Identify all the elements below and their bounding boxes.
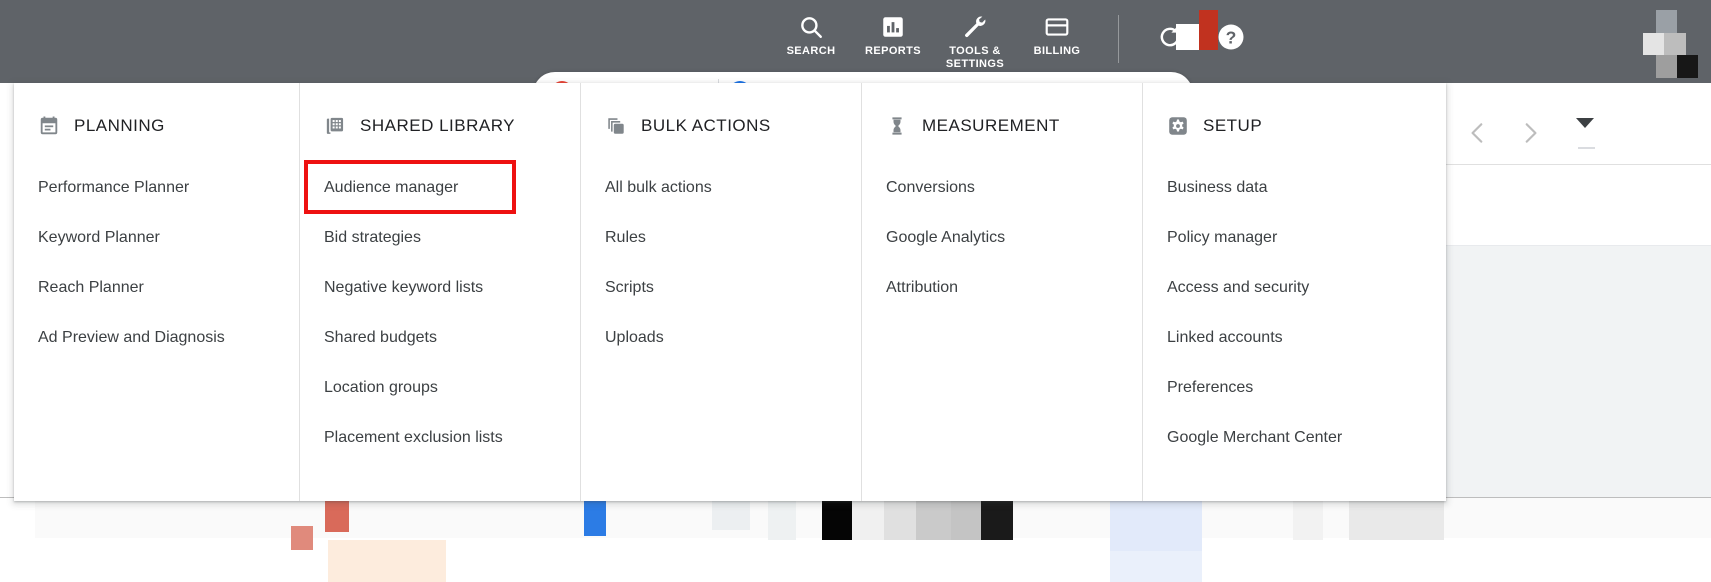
menu-column-planning: PLANNING Performance Planner Keyword Pla… <box>14 83 299 501</box>
chart-bar <box>712 498 750 530</box>
toolbar-divider <box>1118 15 1119 63</box>
topnav-search-label: SEARCH <box>786 45 836 57</box>
grid-library-icon <box>324 115 346 137</box>
gear-setup-icon <box>1167 115 1189 137</box>
menu-column-shared-library: SHARED LIBRARY Audience manager Bid stra… <box>299 83 580 501</box>
menu-item-location-groups[interactable]: Location groups <box>300 363 580 413</box>
chart-bar <box>1110 498 1202 551</box>
menu-item-conversions[interactable]: Conversions <box>862 163 1142 213</box>
column-header-shared-library: SHARED LIBRARY <box>300 113 580 139</box>
chart-bar <box>291 526 313 550</box>
hourglass-measurement-icon <box>886 115 908 137</box>
chart-bar <box>1110 551 1202 582</box>
column-title-bulk-actions: BULK ACTIONS <box>641 116 771 135</box>
tools-and-settings-mega-menu: PLANNING Performance Planner Keyword Pla… <box>14 83 1446 501</box>
background-content-card <box>1443 166 1711 246</box>
chart-bar <box>1349 498 1444 540</box>
topnav-billing[interactable]: BILLING <box>1016 6 1098 58</box>
toolbar-underline <box>1578 147 1595 149</box>
menu-item-scripts[interactable]: Scripts <box>581 263 861 313</box>
chart-bar <box>981 498 1013 540</box>
caret-down-icon[interactable] <box>1576 118 1594 128</box>
menu-item-negative-keyword-lists[interactable]: Negative keyword lists <box>300 263 580 313</box>
menu-item-shared-budgets[interactable]: Shared budgets <box>300 313 580 363</box>
menu-item-access-and-security[interactable]: Access and security <box>1143 263 1446 313</box>
topnav-search[interactable]: SEARCH <box>770 6 852 58</box>
column-title-measurement: MEASUREMENT <box>922 116 1060 135</box>
menu-item-linked-accounts[interactable]: Linked accounts <box>1143 313 1446 363</box>
chevron-left-icon[interactable] <box>1458 113 1498 153</box>
menu-item-placement-exclusion-lists[interactable]: Placement exclusion lists <box>300 413 580 463</box>
column-header-setup: SETUP <box>1143 113 1446 139</box>
search-icon <box>798 12 824 42</box>
menu-item-preferences[interactable]: Preferences <box>1143 363 1446 413</box>
chart-bar <box>822 498 852 540</box>
wrench-tools-icon <box>962 12 989 42</box>
chart-bar <box>1293 498 1323 540</box>
chart-bar <box>325 498 349 532</box>
svg-text:?: ? <box>1226 28 1237 48</box>
topnav-tools-settings[interactable]: TOOLS & SETTINGS <box>934 6 1016 71</box>
chart-bar <box>951 498 981 540</box>
menu-item-ad-preview-and-diagnosis[interactable]: Ad Preview and Diagnosis <box>14 313 299 363</box>
top-nav-group: SEARCH REPORTS TOOLS & SETTINGS BILLING <box>770 6 1098 71</box>
chart-bar <box>916 498 951 540</box>
reports-bar-chart-icon <box>880 12 906 42</box>
chart-sliver <box>0 497 1711 582</box>
menu-item-uploads[interactable]: Uploads <box>581 313 861 363</box>
menu-item-keyword-planner[interactable]: Keyword Planner <box>14 213 299 263</box>
top-toolbar: SEARCH REPORTS TOOLS & SETTINGS BILLING … <box>0 0 1711 83</box>
chart-bar <box>328 540 446 582</box>
color-swatch-group <box>1176 10 1218 52</box>
menu-item-attribution[interactable]: Attribution <box>862 263 1142 313</box>
menu-item-google-analytics[interactable]: Google Analytics <box>862 213 1142 263</box>
topnav-reports-label: REPORTS <box>865 45 921 57</box>
chart-bar <box>584 498 606 536</box>
column-title-planning: PLANNING <box>74 116 165 135</box>
app-root: SEARCH REPORTS TOOLS & SETTINGS BILLING … <box>0 0 1711 582</box>
chart-bar <box>768 498 796 540</box>
chart-bar <box>852 498 884 540</box>
column-header-measurement: MEASUREMENT <box>862 113 1142 139</box>
menu-item-audience-manager[interactable]: Audience manager <box>300 163 580 213</box>
chevron-right-icon[interactable] <box>1510 113 1550 153</box>
menu-item-policy-manager[interactable]: Policy manager <box>1143 213 1446 263</box>
topnav-tools-settings-label: TOOLS & SETTINGS <box>945 45 1005 70</box>
column-title-shared-library: SHARED LIBRARY <box>360 116 516 135</box>
menu-item-performance-planner[interactable]: Performance Planner <box>14 163 299 213</box>
menu-item-all-bulk-actions[interactable]: All bulk actions <box>581 163 861 213</box>
account-avatar[interactable] <box>1643 8 1698 78</box>
stacked-pages-icon <box>605 115 627 137</box>
menu-column-measurement: MEASUREMENT Conversions Google Analytics… <box>861 83 1142 501</box>
menu-item-business-data[interactable]: Business data <box>1143 163 1446 213</box>
column-header-bulk-actions: BULK ACTIONS <box>581 113 861 139</box>
topnav-billing-label: BILLING <box>1033 45 1081 57</box>
menu-column-bulk-actions: BULK ACTIONS All bulk actions Rules Scri… <box>580 83 861 501</box>
menu-column-setup: SETUP Business data Policy manager Acces… <box>1142 83 1446 501</box>
chart-bar <box>884 498 916 540</box>
calendar-planning-icon <box>38 115 60 137</box>
menu-item-google-merchant-center[interactable]: Google Merchant Center <box>1143 413 1446 463</box>
menu-item-reach-planner[interactable]: Reach Planner <box>14 263 299 313</box>
column-title-setup: SETUP <box>1203 116 1263 135</box>
credit-card-billing-icon <box>1044 12 1070 42</box>
column-header-planning: PLANNING <box>14 113 299 139</box>
topnav-reports[interactable]: REPORTS <box>852 6 934 58</box>
menu-item-bid-strategies[interactable]: Bid strategies <box>300 213 580 263</box>
menu-item-rules[interactable]: Rules <box>581 213 861 263</box>
